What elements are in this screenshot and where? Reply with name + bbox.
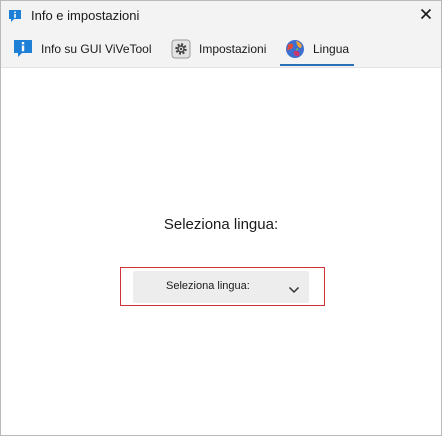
tab-lingua-label: Lingua	[313, 42, 350, 56]
language-panel: Seleziona lingua: Seleziona lingua:	[1, 68, 441, 435]
globe-icon	[285, 39, 305, 59]
info-speech-bubble-icon	[8, 9, 22, 23]
tab-info-label: Info su GUI ViVeTool	[41, 42, 152, 56]
language-select[interactable]: Seleziona lingua:	[133, 271, 309, 303]
close-icon	[420, 7, 432, 25]
selected-tab-indicator	[280, 64, 354, 66]
tab-bar: Info su GUI ViVeTool Impostazioni Lingua	[1, 31, 441, 68]
info-icon	[13, 39, 33, 59]
gear-icon	[171, 39, 191, 59]
language-select-value: Seleziona lingua:	[166, 280, 250, 292]
tab-info[interactable]: Info su GUI ViVeTool	[13, 31, 152, 67]
tab-settings[interactable]: Impostazioni	[171, 31, 266, 67]
settings-window: Info e impostazioni Info su GUI ViVeTool	[0, 0, 442, 436]
window-title: Info e impostazioni	[31, 8, 140, 23]
tab-lingua[interactable]: Lingua	[285, 31, 349, 67]
chevron-down-icon	[288, 282, 300, 294]
close-button[interactable]	[411, 1, 441, 31]
title-bar[interactable]: Info e impostazioni	[1, 1, 441, 31]
page-title: Seleziona lingua:	[163, 216, 279, 233]
tab-settings-label: Impostazioni	[199, 42, 267, 56]
language-select-highlight: Seleziona lingua:	[120, 267, 325, 306]
